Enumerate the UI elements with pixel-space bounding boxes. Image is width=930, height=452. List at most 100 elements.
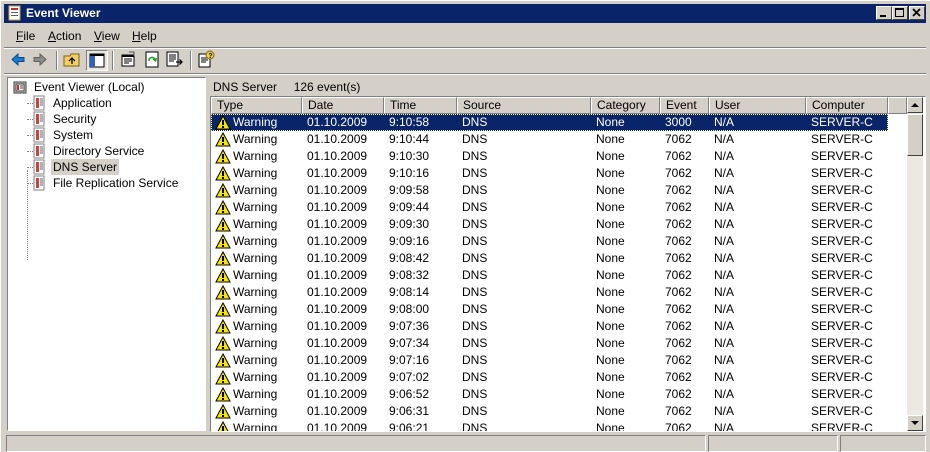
cell-source: DNS xyxy=(462,115,488,129)
properties-button[interactable] xyxy=(118,50,140,71)
event-row[interactable]: Warning 01.10.2009 9:08:00 DNS None 7062 N/A SE… xyxy=(211,301,888,318)
cell-date: 01.10.2009 xyxy=(307,251,368,265)
menu-view[interactable]: View xyxy=(94,29,120,43)
warning-icon xyxy=(215,285,231,300)
menu-action[interactable]: Action xyxy=(48,29,81,43)
column-header-computer[interactable]: Computer xyxy=(806,97,888,114)
column-header-type[interactable]: Type xyxy=(211,97,302,114)
column-header-category[interactable]: Category xyxy=(591,97,660,114)
toolbar-separator xyxy=(56,51,58,70)
warning-icon xyxy=(215,200,231,215)
tree-item-system[interactable]: System xyxy=(31,127,201,143)
cell-computer: SERVER-C xyxy=(811,336,873,350)
cell-type: Warning xyxy=(233,166,278,180)
tree-root-event-viewer[interactable]: Event Viewer (Local) xyxy=(12,79,202,95)
back-button[interactable] xyxy=(8,50,30,71)
tree-item-label: File Replication Service xyxy=(53,176,179,190)
log-icon xyxy=(33,175,45,191)
cell-date: 01.10.2009 xyxy=(307,421,368,432)
cell-date: 01.10.2009 xyxy=(307,183,368,197)
cell-source: DNS xyxy=(462,183,488,197)
cell-time: 9:09:58 xyxy=(389,183,430,197)
cell-event: 7062 xyxy=(665,251,692,265)
show-hide-tree-icon xyxy=(89,53,105,68)
tree-item-dns-server[interactable]: DNS Server xyxy=(31,159,201,175)
column-header-time[interactable]: Time xyxy=(384,97,457,114)
cell-date: 01.10.2009 xyxy=(307,319,368,333)
help-button[interactable]: ? xyxy=(196,50,218,71)
cell-source: DNS xyxy=(462,421,488,432)
cell-computer: SERVER-C xyxy=(811,234,873,248)
scroll-up-button[interactable] xyxy=(907,97,923,113)
cell-category: None xyxy=(596,404,625,418)
cell-category: None xyxy=(596,387,625,401)
status-bar-panel xyxy=(708,435,838,452)
scroll-thumb[interactable] xyxy=(907,114,923,156)
cell-event: 7062 xyxy=(665,183,692,197)
forward-button[interactable] xyxy=(30,50,52,71)
event-row[interactable]: Warning 01.10.2009 9:10:30 DNS None 7062 N/A SE… xyxy=(211,148,888,165)
event-row[interactable]: Warning 01.10.2009 9:06:52 DNS None 7062 N/A SE… xyxy=(211,386,888,403)
title-bar[interactable]: Event Viewer xyxy=(4,4,926,23)
event-row[interactable]: Warning 01.10.2009 9:09:58 DNS None 7062 N/A SE… xyxy=(211,182,888,199)
warning-icon xyxy=(215,404,231,419)
event-row[interactable]: Warning 01.10.2009 9:09:30 DNS None 7062 N/A SE… xyxy=(211,216,888,233)
cell-source: DNS xyxy=(462,319,488,333)
cell-category: None xyxy=(596,132,625,146)
cell-event: 7062 xyxy=(665,370,692,384)
cell-source: DNS xyxy=(462,132,488,146)
cell-type: Warning xyxy=(233,251,278,265)
cell-time: 9:09:30 xyxy=(389,217,430,231)
warning-icon xyxy=(215,166,231,181)
event-row[interactable]: Warning 01.10.2009 9:08:42 DNS None 7062 N/A SE… xyxy=(211,250,888,267)
export-list-button[interactable] xyxy=(164,50,186,71)
scroll-down-button[interactable] xyxy=(907,415,923,431)
vertical-scrollbar[interactable] xyxy=(907,97,923,431)
event-row[interactable]: Warning 01.10.2009 9:08:14 DNS None 7062 N/A SE… xyxy=(211,284,888,301)
event-row[interactable]: Warning 01.10.2009 9:10:58 DNS None 3000 N/A SE… xyxy=(211,114,888,131)
tree-item-security[interactable]: Security xyxy=(31,111,201,127)
menu-file[interactable]: File xyxy=(16,29,35,43)
column-header-event[interactable]: Event xyxy=(660,97,709,114)
event-row[interactable]: Warning 01.10.2009 9:07:02 DNS None 7062 N/A SE… xyxy=(211,369,888,386)
cell-category: None xyxy=(596,166,625,180)
cell-source: DNS xyxy=(462,268,488,282)
close-button[interactable] xyxy=(909,6,925,20)
cell-source: DNS xyxy=(462,353,488,367)
column-header-date[interactable]: Date xyxy=(302,97,384,114)
help-icon: ? xyxy=(198,50,215,68)
cell-time: 9:07:16 xyxy=(389,353,430,367)
event-row[interactable]: Warning 01.10.2009 9:09:16 DNS None 7062 N/A SE… xyxy=(211,233,888,250)
menu-help[interactable]: Help xyxy=(132,29,157,43)
menu-action-label: ction xyxy=(56,29,82,43)
cell-computer: SERVER-C xyxy=(811,149,873,163)
minimize-button[interactable] xyxy=(876,6,892,20)
cell-type: Warning xyxy=(233,268,278,282)
column-header-source[interactable]: Source xyxy=(457,97,591,114)
event-row[interactable]: Warning 01.10.2009 9:06:31 DNS None 7062 N/A SE… xyxy=(211,403,888,420)
tree-item-directory-service[interactable]: Directory Service xyxy=(31,143,201,159)
forward-icon xyxy=(33,52,47,67)
tree-item-file-replication-service[interactable]: File Replication Service xyxy=(31,175,201,191)
event-row[interactable]: Warning 01.10.2009 9:09:44 DNS None 7062 N/A SE… xyxy=(211,199,888,216)
cell-event: 7062 xyxy=(665,132,692,146)
cell-user: N/A xyxy=(714,421,735,432)
event-row[interactable]: Warning 01.10.2009 9:10:44 DNS None 7062 N/A SE… xyxy=(211,131,888,148)
event-row[interactable]: Warning 01.10.2009 9:07:36 DNS None 7062 N/A SE… xyxy=(211,318,888,335)
cell-event: 7062 xyxy=(665,421,692,432)
event-row[interactable]: Warning 01.10.2009 9:06:21 DNS None 7062 N/A SE… xyxy=(211,420,888,432)
event-row[interactable]: Warning 01.10.2009 9:07:16 DNS None 7062 N/A SE… xyxy=(211,352,888,369)
cell-computer: SERVER-C xyxy=(811,319,873,333)
cell-event: 7062 xyxy=(665,319,692,333)
up-one-level-button[interactable] xyxy=(62,50,84,71)
event-row[interactable]: Warning 01.10.2009 9:07:34 DNS None 7062 N/A SE… xyxy=(211,335,888,352)
event-row[interactable]: Warning 01.10.2009 9:10:16 DNS None 7062 N/A SE… xyxy=(211,165,888,182)
show-hide-tree-button[interactable] xyxy=(86,50,108,71)
menu-help-hotkey: H xyxy=(132,29,141,43)
refresh-button[interactable] xyxy=(142,50,164,71)
tree-item-application[interactable]: Application xyxy=(31,95,201,111)
column-header-user[interactable]: User xyxy=(709,97,806,114)
refresh-icon xyxy=(145,51,159,68)
event-row[interactable]: Warning 01.10.2009 9:08:32 DNS None 7062 N/A SE… xyxy=(211,267,888,284)
maximize-button[interactable] xyxy=(892,6,908,20)
